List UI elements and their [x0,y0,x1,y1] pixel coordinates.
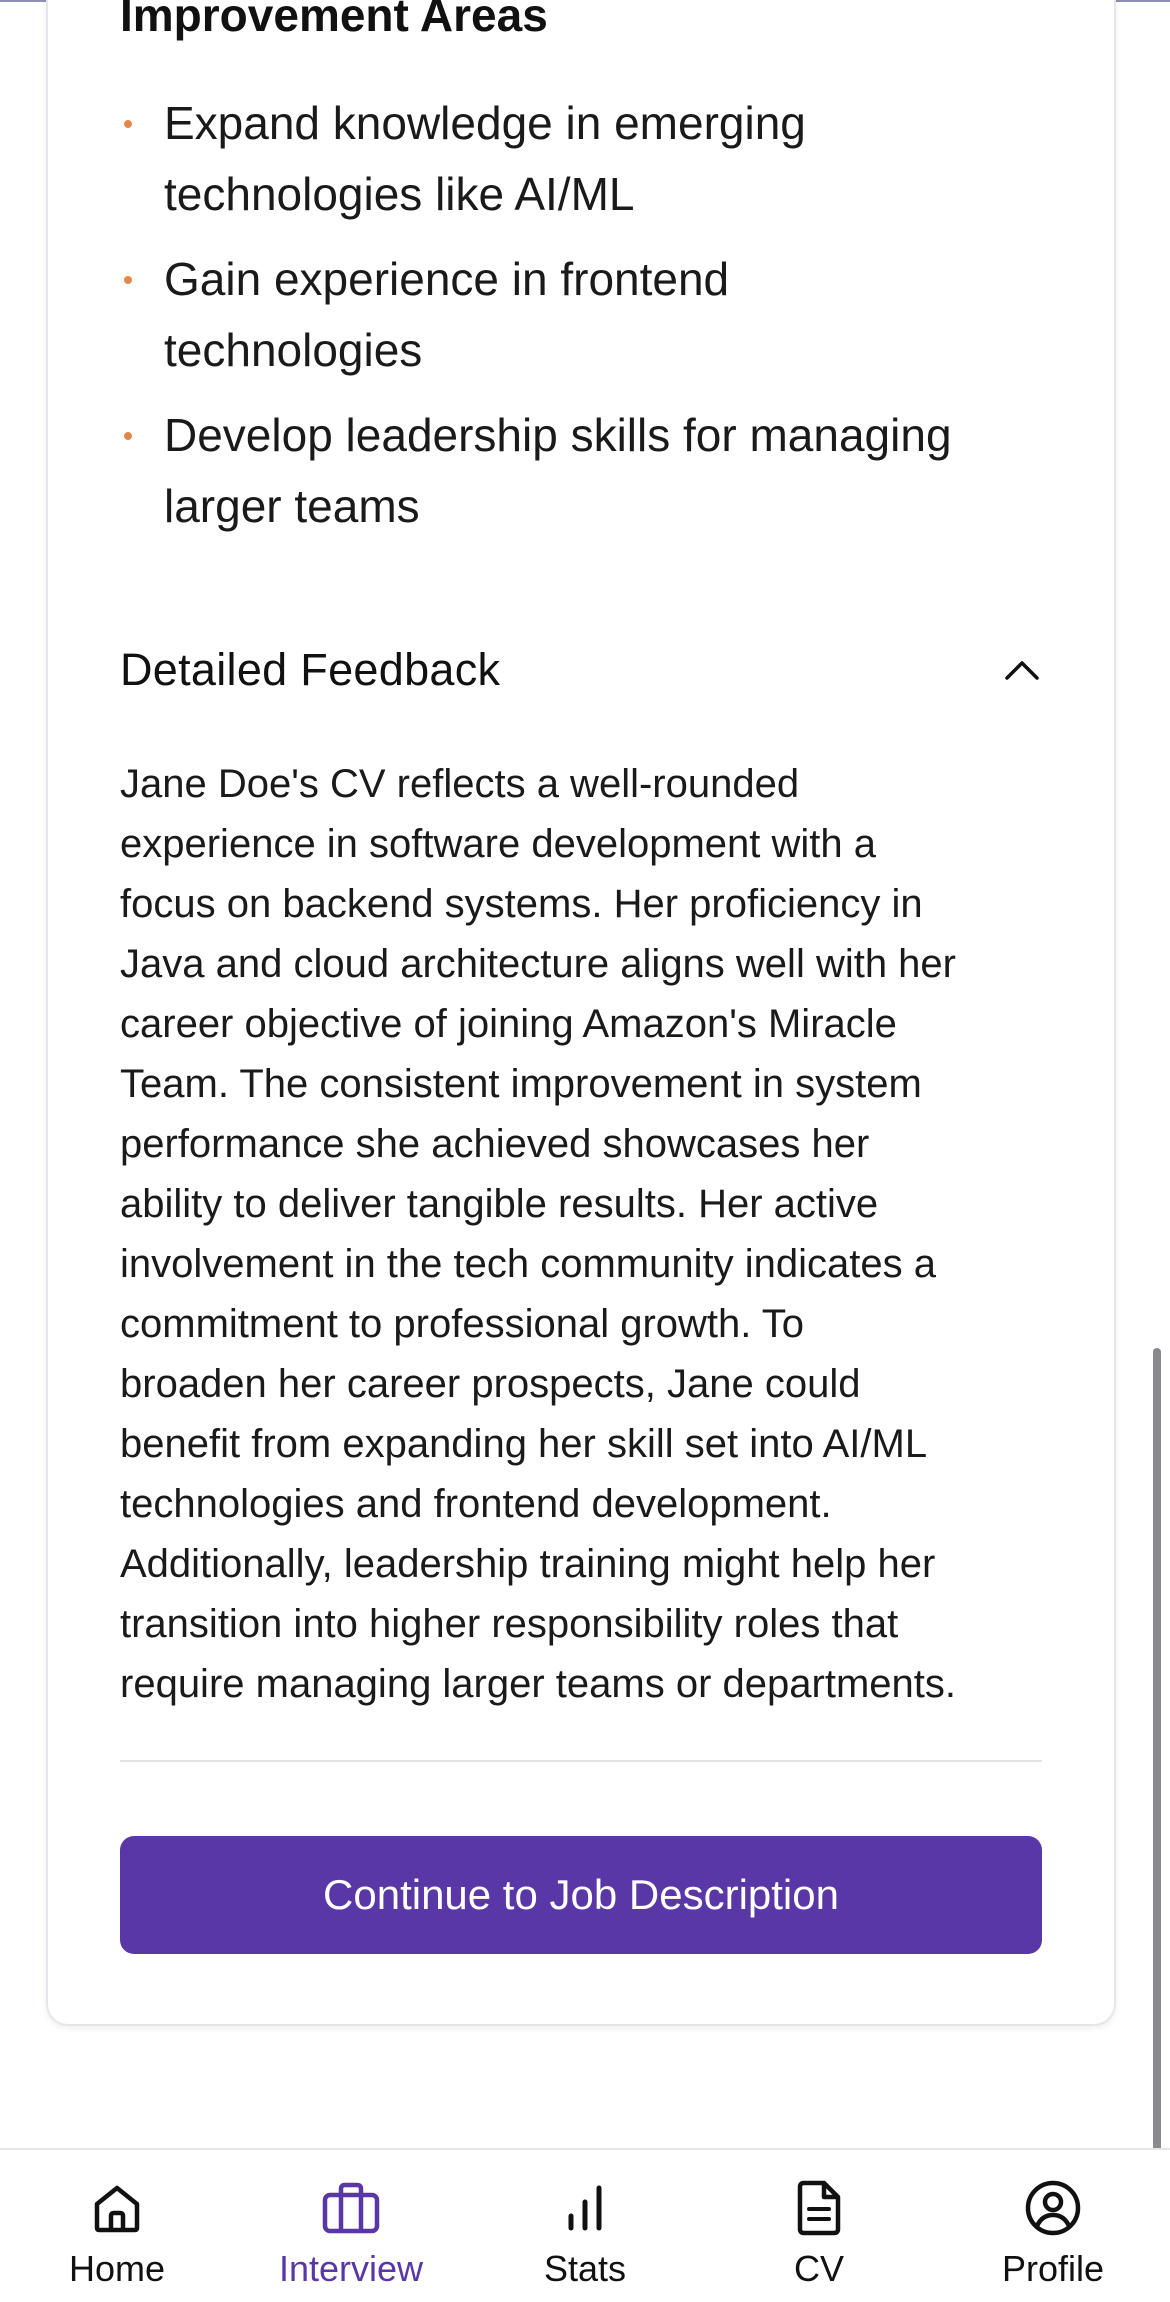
feedback-line: ability to deliver tangible results. Her… [120,1182,879,1226]
feedback-line: performance she achieved showcases her [120,1122,870,1166]
tab-label: Home [68,2248,166,2289]
bar-chart-icon [555,2178,615,2238]
tab-home[interactable]: Home [0,2150,234,2302]
feedback-line: technologies and frontend development. [120,1482,832,1526]
feedback-line: Additionally, leadership training might … [120,1542,936,1586]
briefcase-icon [321,2178,381,2238]
list-item-line: Develop leadership skills for managing [164,409,952,461]
feedback-line: require managing larger teams or departm… [120,1662,956,1706]
tab-label: Profile [1001,2248,1105,2289]
bottom-tab-bar: Home Interview Stats CV Profile [0,2148,1170,2302]
divider [120,1760,1042,1762]
feedback-line: Team. The consistent improvement in syst… [120,1062,922,1106]
tab-label: Interview [278,2248,424,2289]
tab-stats[interactable]: Stats [468,2150,702,2302]
feedback-line: career objective of joining Amazon's Mir… [120,1002,897,1046]
home-icon [87,2178,147,2238]
improvement-areas-list: Expand knowledge in emerging technologie… [120,88,1050,556]
feedback-line: transition into higher responsibility ro… [120,1602,899,1646]
tab-interview[interactable]: Interview [234,2150,468,2302]
tab-label: CV [793,2248,844,2289]
detailed-feedback-title: Detailed Feedback [120,644,501,695]
list-item-line: technologies like AI/ML [164,168,635,220]
feedback-line: broaden her career prospects, Jane could [120,1362,861,1406]
tab-label: Stats [543,2248,627,2289]
list-item-line: larger teams [164,480,420,532]
list-item-line: Gain experience in frontend [164,253,730,305]
bullet-dot-icon [124,120,132,128]
scrollbar[interactable] [1153,1348,1161,2210]
tab-cv[interactable]: CV [702,2150,936,2302]
feedback-line: involvement in the tech community indica… [120,1242,936,1286]
detailed-feedback-toggle[interactable]: Detailed Feedback [120,632,1042,708]
tab-profile[interactable]: Profile [936,2150,1170,2302]
list-item: Develop leadership skills for managing l… [120,400,1050,542]
feedback-line: Jane Doe's CV reflects a well-rounded [120,762,800,806]
continue-to-job-description-button[interactable]: Continue to Job Description [120,1836,1042,1954]
bullet-dot-icon [124,432,132,440]
bullet-dot-icon [124,276,132,284]
list-item: Expand knowledge in emerging technologie… [120,88,1050,230]
document-icon [789,2178,849,2238]
feedback-line: experience in software development with … [120,822,876,866]
list-item-line: Expand knowledge in emerging [164,97,806,149]
feedback-line: benefit from expanding her skill set int… [120,1422,928,1466]
screen: Improvement Areas Expand knowledge in em… [0,0,1170,2302]
chevron-up-icon[interactable] [1002,650,1042,690]
list-item-line: technologies [164,324,423,376]
feedback-line: commitment to professional growth. To [120,1302,805,1346]
detailed-feedback-text: Jane Doe's CV reflects a well-rounded ex… [120,754,1050,1714]
feedback-line: focus on backend systems. Her proficienc… [120,882,923,926]
improvement-areas-title: Improvement Areas [120,0,548,41]
user-circle-icon [1023,2178,1083,2238]
feedback-line: Java and cloud architecture aligns well … [120,942,956,986]
list-item: Gain experience in frontend technologies [120,244,1050,386]
